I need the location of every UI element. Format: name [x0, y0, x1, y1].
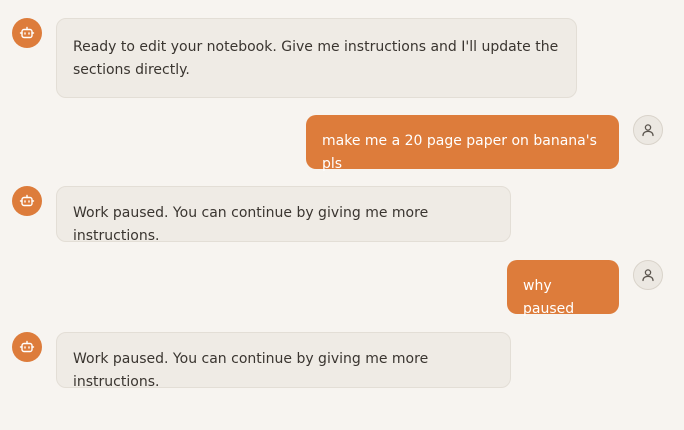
- bot-avatar: [12, 18, 42, 48]
- bot-icon: [19, 25, 35, 41]
- assistant-message-bubble: Ready to edit your notebook. Give me ins…: [56, 18, 577, 98]
- chat-thread: Ready to edit your notebook. Give me ins…: [0, 0, 684, 430]
- user-avatar: [633, 115, 663, 145]
- user-message-bubble: make me a 20 page paper on banana's pls: [306, 115, 619, 172]
- bot-icon: [19, 193, 35, 209]
- bot-avatar: [12, 186, 42, 216]
- bot-icon: [19, 339, 35, 355]
- user-avatar: [633, 260, 663, 290]
- assistant-message-bubble: Work paused. You can continue by giving …: [56, 332, 511, 390]
- bot-avatar: [12, 332, 42, 362]
- assistant-message-bubble: Work paused. You can continue by giving …: [56, 186, 511, 244]
- user-message-bubble: why paused: [507, 260, 619, 317]
- user-icon: [640, 122, 656, 138]
- user-icon: [640, 267, 656, 283]
